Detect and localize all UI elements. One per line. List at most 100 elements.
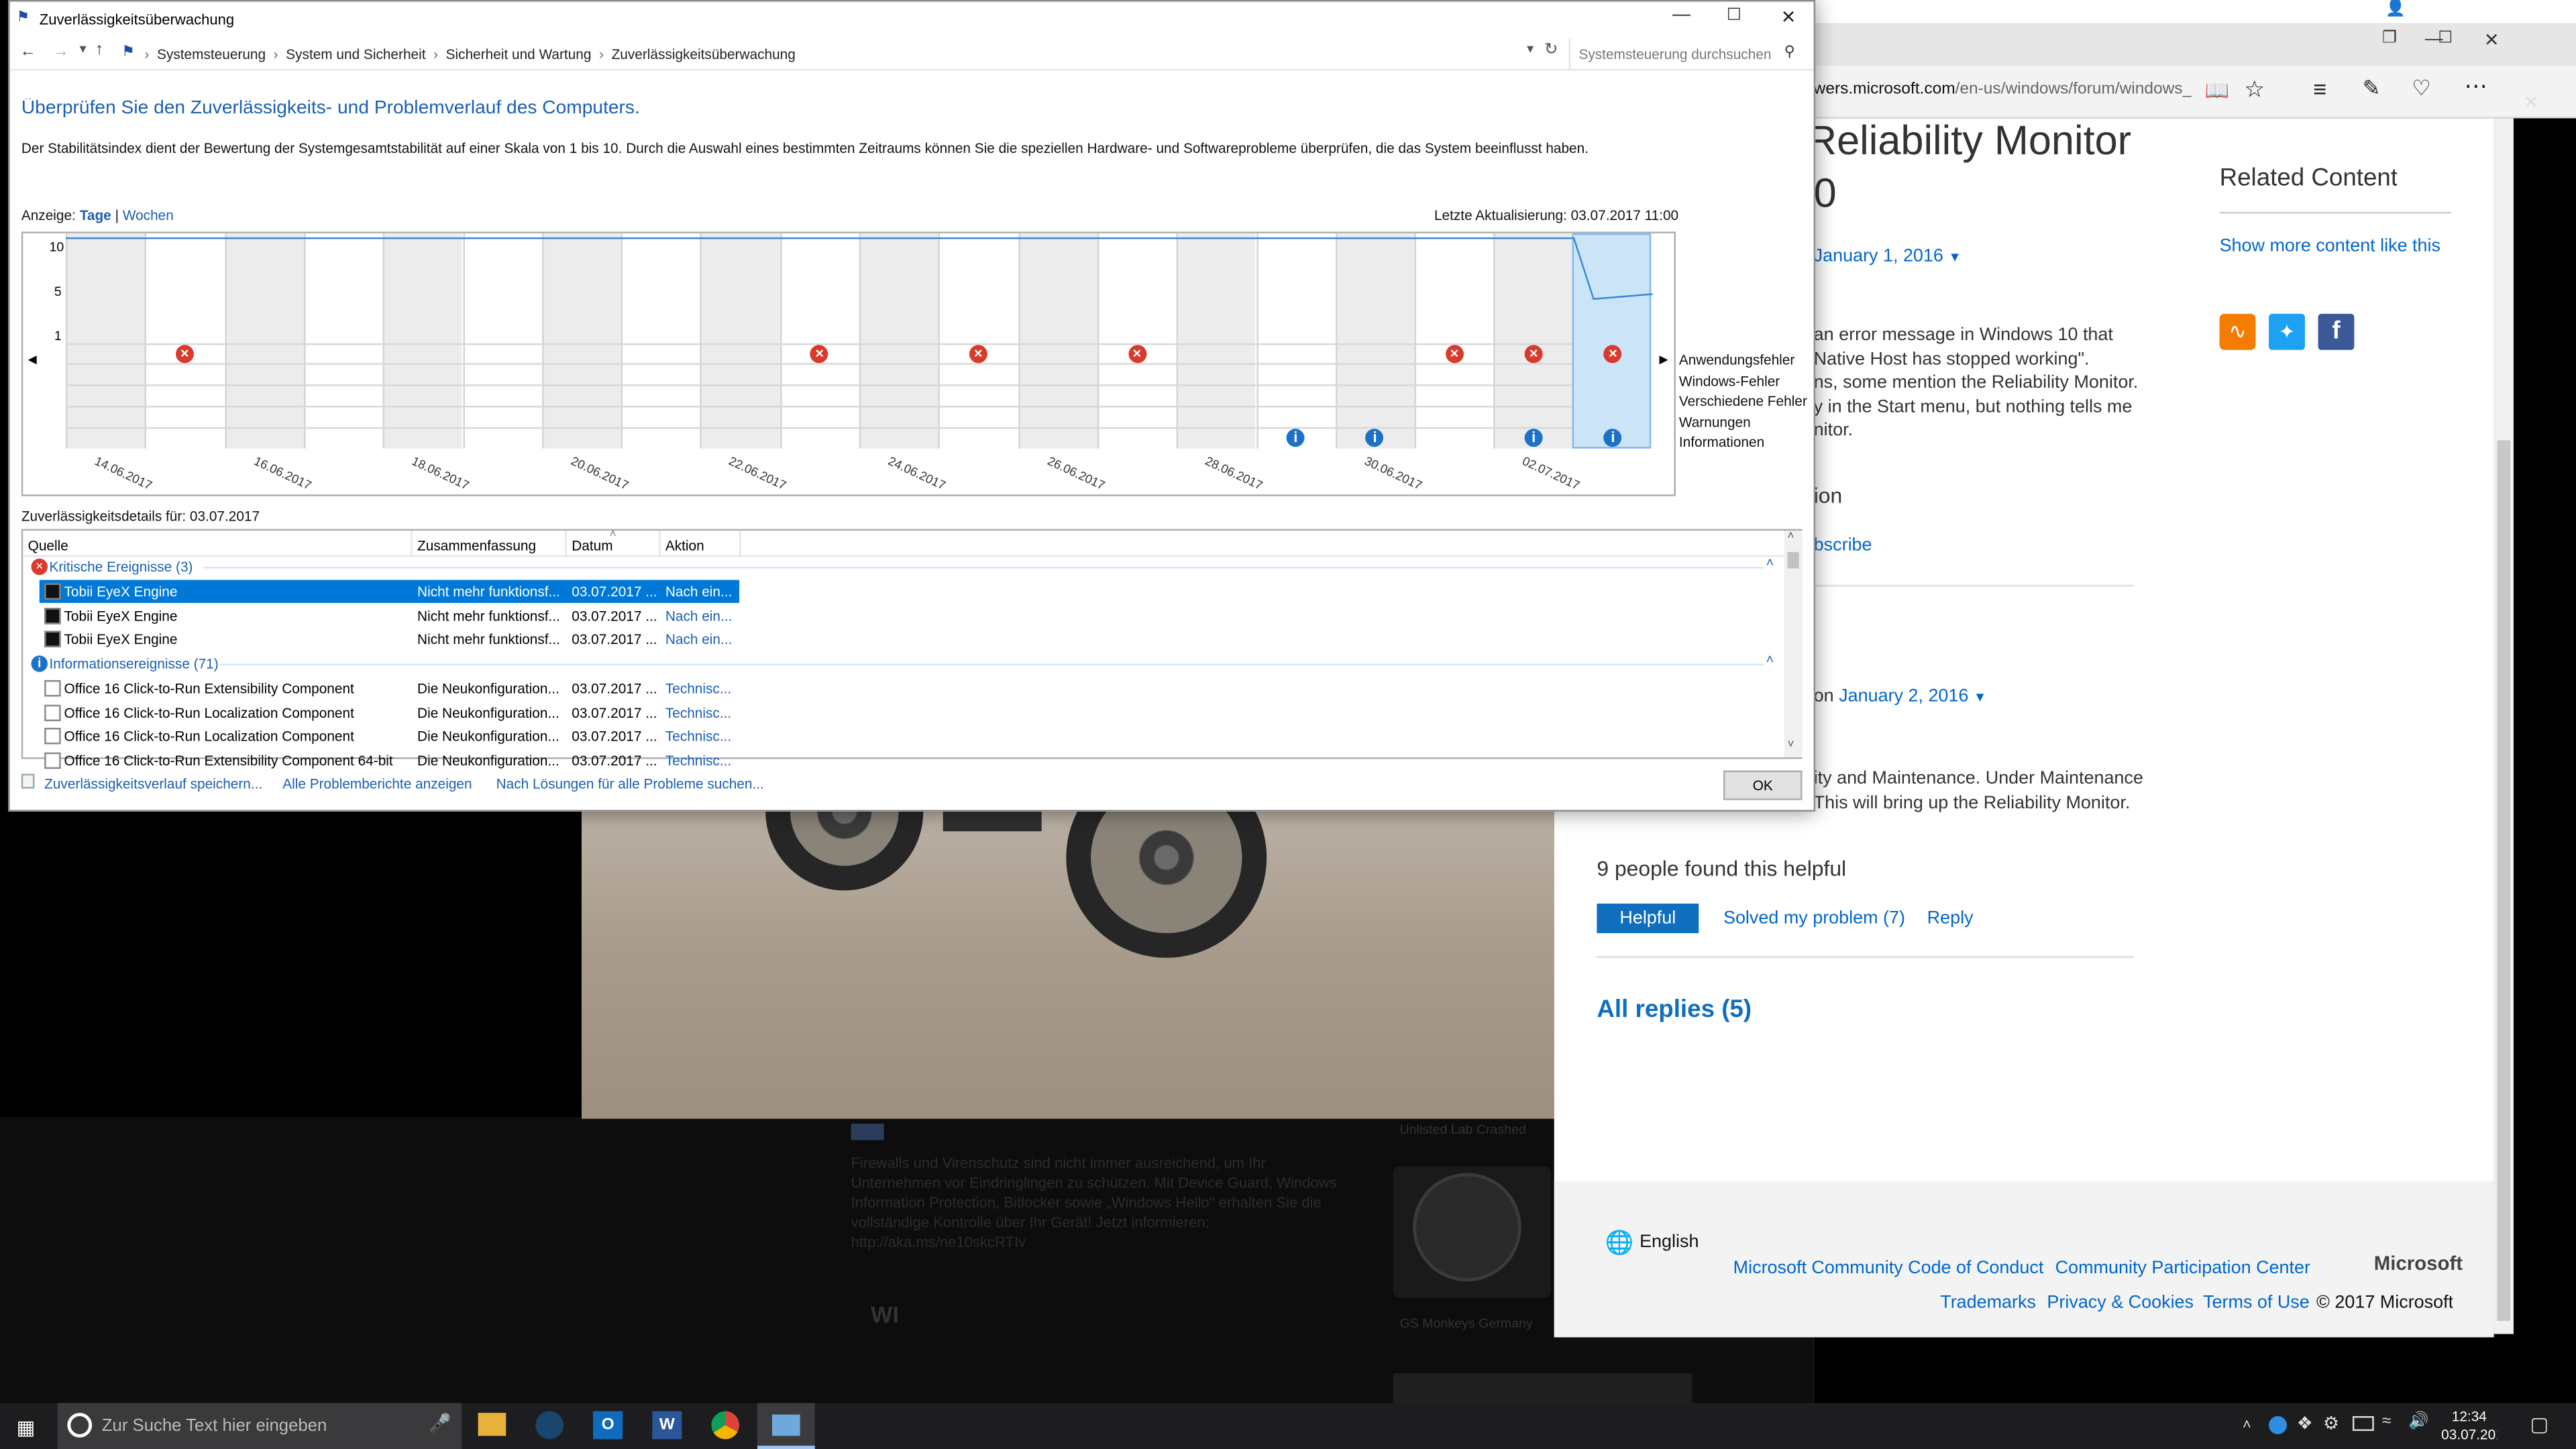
date-2[interactable]: January 2, 2016 bbox=[1839, 687, 1968, 706]
application-error-icon[interactable]: × bbox=[1445, 345, 1464, 364]
rss-icon[interactable]: ∿ bbox=[2219, 313, 2256, 350]
application-error-icon[interactable]: × bbox=[1524, 345, 1543, 364]
twitter-icon[interactable]: ✦ bbox=[2269, 313, 2305, 350]
collapse-group-icon[interactable]: ˄ bbox=[1766, 652, 1774, 667]
chart-scroll-right-icon[interactable]: ▶ bbox=[1659, 354, 1668, 366]
group-information-events[interactable]: Informationsereignisse (71) bbox=[49, 655, 218, 672]
view-weeks-link[interactable]: Wochen bbox=[123, 207, 174, 223]
tray-app-icon[interactable] bbox=[2269, 1416, 2287, 1434]
details-list[interactable]: Quelle Zusammenfassung Datum ˄ Aktion × … bbox=[21, 529, 1803, 768]
stability-chart[interactable]: 10 5 1 ◀ ▶ × × × × × × × i i i i 14.06.2017 16.06.2… bbox=[21, 231, 1676, 496]
column-header-summary[interactable]: Zusammenfassung bbox=[417, 537, 536, 553]
cell-action[interactable]: Nach ein... bbox=[665, 604, 739, 627]
subscribe-link[interactable]: bscribe bbox=[1814, 535, 1872, 555]
address-url[interactable]: wers.microsoft.com/en-us/windows/forum/w… bbox=[1814, 80, 2192, 99]
word-icon[interactable]: W bbox=[652, 1411, 682, 1440]
list-item[interactable]: Tobii EyeX Engine Nicht mehr funktionsf..… bbox=[39, 580, 740, 603]
close-icon[interactable]: ✕ bbox=[1781, 7, 1796, 28]
more-icon[interactable]: ⋯ bbox=[2464, 72, 2487, 101]
breadcrumb-item[interactable]: Sicherheit und Wartung bbox=[446, 46, 592, 62]
favorite-star-icon[interactable]: ☆ bbox=[2244, 76, 2265, 104]
browser-scrollbar[interactable] bbox=[2493, 118, 2514, 1334]
column-header-date[interactable]: Datum bbox=[572, 537, 612, 553]
list-item[interactable]: Office 16 Click-to-Run Extensibility Com… bbox=[40, 677, 739, 700]
windows-start-icon[interactable]: ▦ bbox=[16, 1416, 35, 1439]
chart-scroll-left-icon[interactable]: ◀ bbox=[28, 354, 37, 366]
application-error-icon[interactable]: × bbox=[1128, 345, 1146, 364]
web-note-icon[interactable]: ✎ bbox=[2363, 76, 2381, 102]
reading-view-icon[interactable]: 📖 bbox=[2205, 79, 2230, 102]
solved-my-problem-link[interactable]: Solved my problem (7) bbox=[1723, 908, 1905, 928]
breadcrumb-item[interactable]: System und Sicherheit bbox=[286, 46, 425, 62]
maximize-icon[interactable]: ☐ bbox=[1727, 7, 1741, 25]
information-icon[interactable]: i bbox=[1524, 429, 1543, 447]
date-1[interactable]: January 1, 2016 ▼ bbox=[1814, 246, 1962, 266]
steam-icon[interactable] bbox=[535, 1411, 564, 1440]
footer-link-code-of-conduct[interactable]: Microsoft Community Code of Conduct bbox=[1733, 1258, 2044, 1278]
search-icon[interactable]: ⚲ bbox=[1784, 43, 1795, 61]
active-taskbar-button[interactable] bbox=[757, 1403, 815, 1449]
reply-link[interactable]: Reply bbox=[1927, 908, 1974, 928]
scrollbar-thumb[interactable] bbox=[2497, 440, 2511, 1321]
account-icon[interactable]: 👤 bbox=[2385, 0, 2406, 18]
outlook-icon[interactable]: O bbox=[593, 1411, 623, 1440]
cell-action[interactable]: Nach ein... bbox=[665, 580, 739, 602]
application-error-icon[interactable]: × bbox=[969, 345, 987, 364]
action-center-icon[interactable]: ▢ bbox=[2530, 1413, 2548, 1436]
maximize-icon[interactable]: ☐ bbox=[2438, 30, 2453, 48]
helpful-button[interactable]: Helpful bbox=[1597, 903, 1699, 934]
check-solutions-link[interactable]: Nach Lösungen für alle Probleme suchen..… bbox=[496, 775, 764, 792]
cell-action[interactable]: Technisc... bbox=[665, 700, 739, 723]
footer-link-privacy[interactable]: Privacy & Cookies bbox=[2047, 1293, 2194, 1312]
show-all-reports-link[interactable]: Alle Problemberichte anzeigen bbox=[282, 775, 472, 792]
overlay-close-icon[interactable]: ✕ bbox=[2524, 92, 2539, 113]
list-item[interactable]: Office 16 Click-to-Run Localization Comp… bbox=[40, 700, 739, 723]
details-scrollbar[interactable]: ˄ ˅ bbox=[1784, 531, 1803, 757]
footer-link-trademarks[interactable]: Trademarks bbox=[1940, 1293, 2036, 1312]
facebook-icon[interactable]: f bbox=[2318, 313, 2355, 350]
cell-action[interactable]: Technisc... bbox=[665, 677, 739, 700]
minimize-icon[interactable]: — bbox=[1672, 5, 1690, 24]
back-arrow-icon[interactable]: ← bbox=[19, 43, 36, 61]
search-box[interactable]: Systemsteuerung durchsuchen ⚲ bbox=[1568, 38, 1806, 69]
scrollbar-thumb[interactable] bbox=[1787, 551, 1799, 569]
history-chevron-icon[interactable]: ▼ bbox=[77, 44, 89, 56]
restore-icon[interactable]: ❐ bbox=[2382, 30, 2397, 48]
forward-arrow-icon[interactable]: → bbox=[52, 43, 68, 61]
close-icon[interactable]: ✕ bbox=[2484, 30, 2500, 51]
scroll-down-icon[interactable]: ˅ bbox=[1787, 739, 1794, 751]
ok-button[interactable]: OK bbox=[1723, 770, 1803, 800]
share-icon[interactable]: ♡ bbox=[2412, 76, 2431, 102]
list-item[interactable]: Tobii EyeX Engine Nicht mehr funktionsf..… bbox=[40, 604, 739, 627]
related-link[interactable]: Show more content like this bbox=[2220, 237, 2440, 256]
application-error-icon[interactable]: × bbox=[175, 345, 194, 364]
hub-icon[interactable]: ≡ bbox=[2313, 76, 2326, 102]
footer-link-participation[interactable]: Community Participation Center bbox=[2055, 1258, 2310, 1278]
list-item[interactable]: Tobii EyeX Engine Nicht mehr funktionsf..… bbox=[40, 628, 739, 651]
save-history-link[interactable]: Zuverlässigkeitsverlauf speichern... bbox=[44, 775, 262, 792]
clock[interactable]: 12:34 03.07.2017 bbox=[2441, 1408, 2497, 1444]
column-header-source[interactable]: Quelle bbox=[28, 537, 68, 553]
network-icon[interactable]: ≈ bbox=[2382, 1413, 2391, 1431]
up-arrow-icon[interactable]: ↑ bbox=[95, 41, 103, 59]
address-dropdown-icon[interactable]: ▼ bbox=[1525, 44, 1536, 56]
tray-chevron-icon[interactable]: ˄ bbox=[2243, 1416, 2251, 1432]
breadcrumb-item[interactable]: Systemsteuerung bbox=[157, 46, 266, 62]
taskbar-search-box[interactable]: Zur Suche Text hier eingeben 🎤 bbox=[57, 1403, 462, 1449]
search-input[interactable]: Systemsteuerung durchsuchen bbox=[1578, 46, 1771, 62]
taskbar-search-input[interactable]: Zur Suche Text hier eingeben bbox=[102, 1416, 327, 1436]
footer-link-terms[interactable]: Terms of Use bbox=[2203, 1293, 2310, 1312]
cell-action[interactable]: Technisc... bbox=[665, 724, 739, 747]
microphone-icon[interactable]: 🎤 bbox=[429, 1413, 451, 1434]
column-header-action[interactable]: Aktion bbox=[665, 537, 704, 553]
tray-settings-icon[interactable]: ⚙ bbox=[2323, 1413, 2339, 1434]
collapse-group-icon[interactable]: ˄ bbox=[1766, 555, 1774, 570]
breadcrumb-item[interactable]: Zuverlässigkeitsüberwachung bbox=[612, 46, 796, 62]
scroll-up-icon[interactable]: ˄ bbox=[1787, 531, 1794, 542]
list-item[interactable]: Office 16 Click-to-Run Localization Comp… bbox=[40, 724, 739, 747]
volume-icon[interactable]: 🔊 bbox=[2408, 1413, 2428, 1431]
all-replies-heading[interactable]: All replies (5) bbox=[1597, 996, 1752, 1024]
view-days-link[interactable]: Tage bbox=[80, 207, 111, 223]
language-selector[interactable]: English bbox=[1640, 1232, 1699, 1252]
battery-icon[interactable] bbox=[2352, 1416, 2374, 1432]
